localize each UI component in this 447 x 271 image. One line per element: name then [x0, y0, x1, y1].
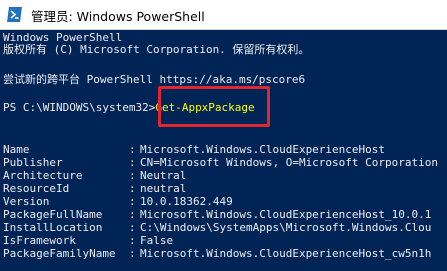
property-row: Publisher: CN=Microsoft Windows, O=Micros… [3, 156, 439, 169]
property-name: Version [3, 195, 50, 208]
property-value: neutral [140, 182, 187, 195]
property-row: InstallLocation: C:\Windows\SystemApps\Mi… [3, 221, 432, 234]
property-row: PackageFamilyName: Microsoft.Windows.Clou… [3, 247, 432, 260]
property-value: Microsoft.Windows.CloudExperienceHost_10… [140, 208, 432, 221]
property-row: IsFramework: False [3, 234, 174, 247]
property-value: C:\Windows\SystemApps\Microsoft.Windows.… [140, 221, 432, 234]
powershell-icon [7, 7, 22, 22]
property-name: PackageFamilyName [3, 247, 116, 260]
prompt-path: PS C:\WINDOWS\system32> [3, 101, 156, 114]
property-name: Name [3, 143, 30, 156]
property-name: InstallLocation [3, 221, 103, 234]
property-value: Microsoft.Windows.CloudExperienceHost_cw… [140, 247, 432, 260]
command-text: Get-AppxPackage [155, 101, 255, 114]
property-row: Name: Microsoft.Windows.CloudExperienceHo… [3, 143, 386, 156]
property-name: PackageFullName [3, 208, 103, 221]
property-name: Publisher [3, 156, 63, 169]
property-value: 10.0.18362.449 [140, 195, 233, 208]
prompt-line: PS C:\WINDOWS\system32>Get-AppxPackage [3, 101, 255, 115]
window-title: 管理员: Windows PowerShell [31, 9, 205, 24]
property-row: Version:10.0.18362.449 [3, 195, 233, 208]
copyright-line: 版权所有 (C) Microsoft Corporation. 保留所有权利。 [3, 43, 310, 56]
title-bar[interactable]: 管理员: Windows PowerShell [0, 0, 447, 30]
property-row: ResourceId: neutral [3, 182, 187, 195]
property-value: Microsoft.Windows.CloudExperienceHost [140, 143, 386, 156]
console-output[interactable]: Windows PowerShell 版权所有 (C) Microsoft Co… [3, 30, 447, 271]
property-value: Neutral [140, 169, 187, 182]
pscore-hint-line: 尝试新的跨平台 PowerShell https://aka.ms/pscore… [3, 73, 306, 86]
property-name: Architecture [3, 169, 83, 182]
powershell-window: 管理员: Windows PowerShell Windows PowerShe… [0, 0, 447, 271]
property-value: CN=Microsoft Windows, O=Microsoft Corpor… [140, 156, 439, 169]
property-row: PackageFullName: Microsoft.Windows.CloudE… [3, 208, 432, 221]
property-name: IsFramework [3, 234, 76, 247]
property-name: ResourceId [3, 182, 70, 195]
property-row: Architecture: Neutral [3, 169, 187, 182]
property-value: False [140, 234, 174, 247]
